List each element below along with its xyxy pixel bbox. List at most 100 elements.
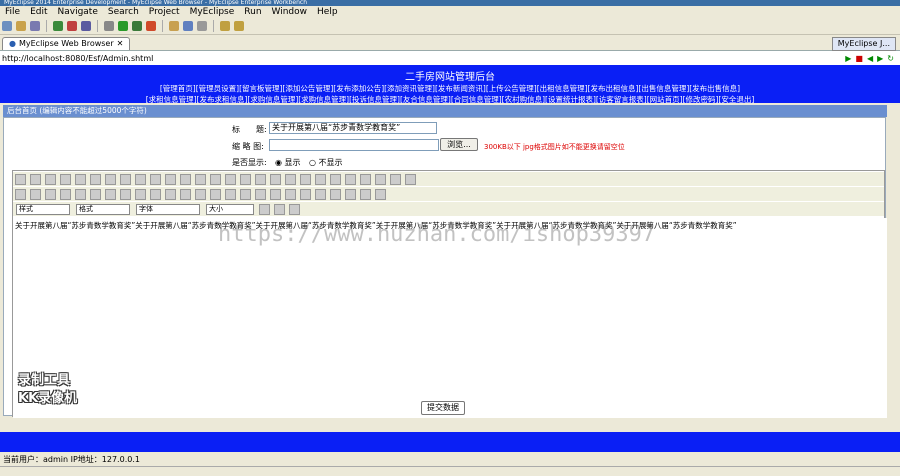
back-icon[interactable] (220, 21, 230, 31)
link-icon[interactable] (240, 188, 251, 200)
smiley-icon[interactable] (345, 188, 356, 200)
rule-icon[interactable] (330, 188, 341, 200)
editor-content[interactable]: 关于开展第八届“苏步青数学教育奖”关于开展第八届“苏步青数学教育奖”关于开展第八… (13, 218, 887, 418)
stop-icon[interactable] (146, 21, 156, 31)
deploy-icon[interactable] (67, 21, 77, 31)
flash-icon[interactable] (300, 188, 311, 200)
font-select[interactable]: 字体 (136, 203, 200, 215)
package-icon[interactable] (104, 21, 114, 31)
menu-run[interactable]: Run (239, 7, 266, 17)
paste-word-icon[interactable] (150, 173, 161, 185)
debug-icon[interactable] (132, 21, 142, 31)
copy-icon[interactable] (105, 173, 116, 185)
anchor-icon[interactable] (270, 188, 281, 200)
ordered-list-icon[interactable] (105, 188, 116, 200)
tab-web-browser[interactable]: ● MyEclipse Web Browser ✕ (2, 37, 131, 50)
save-icon[interactable] (30, 173, 41, 185)
menu-file[interactable]: File (0, 7, 25, 17)
new-icon[interactable] (2, 21, 12, 31)
replace-icon[interactable] (240, 173, 251, 185)
textfield-icon[interactable] (330, 173, 341, 185)
select-icon[interactable] (360, 173, 371, 185)
align-right-icon[interactable] (210, 188, 221, 200)
image-icon[interactable] (285, 188, 296, 200)
indent-icon[interactable] (150, 188, 161, 200)
preview-icon[interactable] (60, 173, 71, 185)
bold-icon[interactable] (15, 188, 26, 200)
title-input[interactable]: 关于开展第八届“苏步青数学教育奖” (269, 122, 437, 134)
url-input[interactable] (0, 52, 784, 64)
align-left-icon[interactable] (180, 188, 191, 200)
table-icon[interactable] (315, 188, 326, 200)
paste-icon[interactable] (120, 173, 131, 185)
menu-search[interactable]: Search (103, 7, 144, 17)
server-icon[interactable] (53, 21, 63, 31)
close-icon[interactable]: ✕ (117, 38, 124, 50)
size-select[interactable]: 大小 (206, 203, 254, 215)
go-icon[interactable]: ▶ (845, 54, 851, 63)
display-hide-radio[interactable]: ○ 不显示 (309, 157, 343, 168)
nav-links-row1[interactable]: [管理首页][管理员设置][留言板管理][添加公告管理][发布添加公告][添加资… (0, 83, 900, 94)
outdent-icon[interactable] (135, 188, 146, 200)
maximize-icon[interactable] (289, 203, 300, 215)
menu-edit[interactable]: Edit (25, 7, 52, 17)
open-icon[interactable] (16, 21, 26, 31)
database-icon[interactable] (81, 21, 91, 31)
image-button-icon[interactable] (390, 173, 401, 185)
menu-help[interactable]: Help (312, 7, 343, 17)
submit-button[interactable]: 提交数据 (421, 401, 465, 415)
remove-format-icon[interactable] (270, 173, 281, 185)
strike-icon[interactable] (60, 188, 71, 200)
italic-icon[interactable] (30, 188, 41, 200)
paste-text-icon[interactable] (135, 173, 146, 185)
radio-icon[interactable] (315, 173, 326, 185)
blockquote-icon[interactable] (165, 188, 176, 200)
style-select[interactable]: 样式 (16, 203, 70, 215)
search-icon[interactable] (183, 21, 193, 31)
textarea-icon[interactable] (345, 173, 356, 185)
stop-icon[interactable]: ■ (855, 54, 863, 63)
forward-icon[interactable] (234, 21, 244, 31)
format-select[interactable]: 格式 (76, 203, 130, 215)
text-color-icon[interactable] (259, 203, 270, 215)
subscript-icon[interactable] (75, 188, 86, 200)
align-center-icon[interactable] (195, 188, 206, 200)
undo-icon[interactable] (195, 173, 206, 185)
nav-links-row2[interactable]: [求租信息管理][发布求租信息][求购信息管理][求购信息管理][投诉信息管理]… (0, 94, 900, 105)
back-icon[interactable]: ◀ (867, 54, 873, 63)
tab-perspective[interactable]: MyEclipse J... (831, 37, 896, 51)
display-show-radio[interactable]: ◉ 显示 (275, 157, 301, 168)
page-break-icon[interactable] (375, 188, 386, 200)
unlink-icon[interactable] (255, 188, 266, 200)
form-icon[interactable] (285, 173, 296, 185)
run-icon[interactable] (118, 21, 128, 31)
menu-window[interactable]: Window (267, 7, 313, 17)
bg-color-icon[interactable] (274, 203, 285, 215)
special-char-icon[interactable] (360, 188, 371, 200)
hidden-field-icon[interactable] (405, 173, 416, 185)
redo-icon[interactable] (210, 173, 221, 185)
new-page-icon[interactable] (45, 173, 56, 185)
justify-icon[interactable] (225, 188, 236, 200)
save-icon[interactable] (30, 21, 40, 31)
menu-project[interactable]: Project (144, 7, 185, 17)
forward-icon[interactable]: ▶ (877, 54, 883, 63)
refresh-icon[interactable]: ↻ (887, 54, 894, 63)
browse-button[interactable]: 浏览... (440, 138, 478, 151)
image-file-input[interactable] (269, 139, 439, 151)
find-icon[interactable] (225, 173, 236, 185)
button-icon[interactable] (375, 173, 386, 185)
menu-myeclipse[interactable]: MyEclipse (185, 7, 240, 17)
cut-icon[interactable] (90, 173, 101, 185)
spellcheck-icon[interactable] (180, 173, 191, 185)
checkbox-icon[interactable] (300, 173, 311, 185)
print-icon[interactable] (165, 173, 176, 185)
source-icon[interactable] (15, 173, 26, 185)
select-all-icon[interactable] (255, 173, 266, 185)
superscript-icon[interactable] (90, 188, 101, 200)
folder-icon[interactable] (169, 21, 179, 31)
edit-icon[interactable] (197, 21, 207, 31)
underline-icon[interactable] (45, 188, 56, 200)
menu-navigate[interactable]: Navigate (53, 7, 103, 17)
bullet-list-icon[interactable] (120, 188, 131, 200)
